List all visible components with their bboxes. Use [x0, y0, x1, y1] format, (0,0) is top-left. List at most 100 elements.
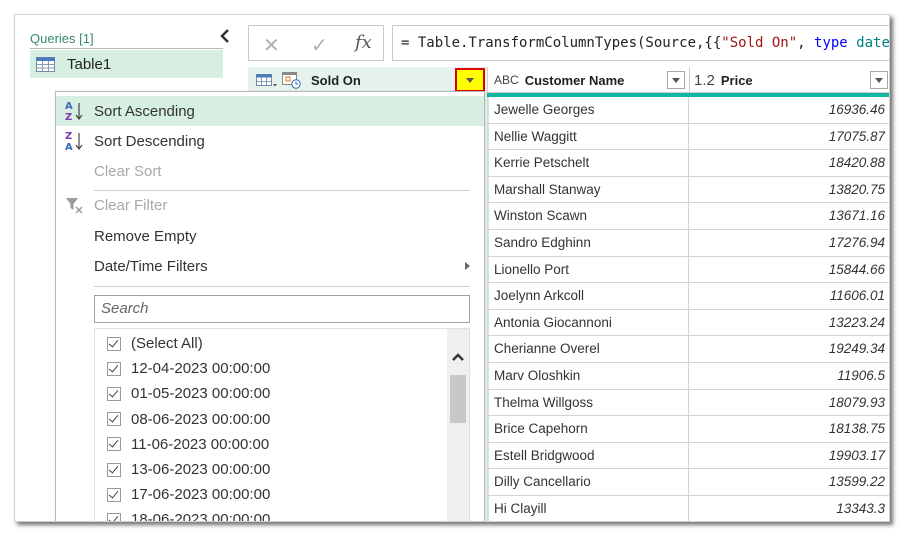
table-row: Dilly Cancellario 13599.22 — [487, 469, 889, 496]
commit-icon[interactable]: ✓ — [311, 33, 328, 58]
customer-name-cell[interactable]: Joelynn Arkcoll — [487, 283, 689, 309]
grid-header: Sold On ABC Customer Name 1.2 Price — [248, 67, 889, 93]
sort-ascending-icon: A Z — [65, 101, 83, 123]
customer-name-cell[interactable]: Nellie Waggitt — [487, 123, 689, 150]
filter-value-item[interactable]: 08-06-2023 00:00:00 — [107, 407, 270, 432]
table-row: Nellie Waggitt 17075.87 — [487, 123, 889, 151]
menu-item-clear-filter[interactable]: Clear Filter — [56, 190, 484, 220]
price-cell[interactable]: 13223.24 — [689, 310, 889, 336]
chevron-down-icon — [875, 77, 883, 83]
filter-value-label: 11-06-2023 00:00:00 — [131, 435, 270, 453]
price-cell[interactable]: 13820.75 — [689, 177, 889, 203]
column-header-sold-on[interactable]: Sold On — [248, 67, 487, 93]
table-row: Lionello Port 15844.66 — [487, 256, 889, 284]
filter-value-item[interactable]: 12-04-2023 00:00:00 — [107, 356, 270, 381]
filter-value-label: 18-06-2023 00:00:00 — [131, 511, 271, 522]
menu-item-label: Remove Empty — [94, 227, 197, 245]
filter-dropdown-button[interactable] — [455, 68, 485, 92]
price-cell[interactable]: 18079.93 — [689, 390, 889, 416]
price-cell[interactable]: 11606.01 — [689, 283, 889, 309]
queries-title: Queries [1] — [30, 31, 94, 46]
checkbox[interactable] — [107, 462, 121, 477]
data-grid: Jewelle Georges 16936.46 Nellie Waggitt 170… — [487, 97, 889, 521]
filter-value-item[interactable]: 18-06-2023 00:00:00 — [107, 507, 271, 522]
svg-text:A: A — [65, 101, 73, 112]
customer-name-cell[interactable]: Jewelle Georges — [487, 97, 689, 123]
filter-value-item[interactable]: 17-06-2023 00:00:00 — [107, 482, 270, 507]
query-item-table1[interactable]: Table1 — [30, 50, 223, 78]
decimal-type-icon[interactable]: 1.2 — [694, 72, 715, 89]
table-row: Brice Capehorn 18138.75 — [487, 416, 889, 443]
filter-value-item[interactable]: 11-06-2023 00:00:00 — [107, 432, 269, 457]
fx-icon[interactable]: fx — [355, 32, 372, 53]
chevron-right-icon — [465, 262, 470, 270]
filter-value-item[interactable]: 13-06-2023 00:00:00 — [107, 457, 270, 482]
price-cell[interactable]: 16936.46 — [689, 97, 889, 123]
customer-name-cell[interactable]: Hi Clayill — [487, 495, 689, 521]
customer-name-cell[interactable]: Dilly Cancellario — [487, 469, 689, 495]
price-cell[interactable]: 15844.66 — [689, 257, 889, 283]
customer-name-cell[interactable]: Kerrie Petschelt — [487, 150, 689, 176]
customer-name-cell[interactable]: Estell Bridgwood — [487, 442, 689, 469]
chevron-up-icon[interactable] — [451, 351, 465, 363]
table-row: Winston Scawn 13671.16 — [487, 203, 889, 230]
customer-name-cell[interactable]: Brice Capehorn — [487, 416, 689, 442]
menu-item-label: Date/Time Filters — [94, 257, 208, 275]
customer-name-cell[interactable]: Winston Scawn — [487, 203, 689, 229]
formula-input[interactable]: = Table.TransformColumnTypes(Source,{{"S… — [392, 25, 889, 61]
price-cell[interactable]: 19903.17 — [689, 443, 889, 469]
customer-name-cell[interactable]: Sandro Edghinn — [487, 229, 689, 256]
price-cell[interactable]: 17075.87 — [689, 124, 889, 150]
cancel-icon[interactable]: ✕ — [263, 33, 280, 58]
column-header-price[interactable]: 1.2 Price — [689, 67, 889, 93]
customer-name-cell[interactable]: Antonia Giocannoni — [487, 309, 689, 336]
datetime-icon — [282, 72, 301, 89]
collapse-pane-icon[interactable] — [218, 27, 232, 45]
menu-item-sort-descending[interactable]: Z A Sort Descending — [56, 126, 484, 156]
table-row: Hi Clayill 13343.3 — [487, 495, 889, 521]
customer-name-cell[interactable]: Marshall Stanway — [487, 176, 689, 203]
divider — [30, 48, 223, 49]
price-cell[interactable]: 13599.22 — [689, 469, 889, 495]
price-cell[interactable]: 13343.3 — [689, 496, 889, 521]
table-menu-icon[interactable] — [256, 72, 278, 88]
customer-name-cell[interactable]: Marv Oloshkin — [487, 362, 689, 389]
price-cell[interactable]: 13671.16 — [689, 203, 889, 229]
menu-item-label: Clear Filter — [94, 196, 168, 214]
table-row: Jewelle Georges 16936.46 — [487, 97, 889, 124]
column-header-customer-name[interactable]: ABC Customer Name — [487, 67, 689, 93]
customer-name-cell[interactable]: Thelma Willgoss — [487, 389, 689, 416]
search-input[interactable]: Search — [94, 295, 470, 323]
customer-name-cell[interactable]: Lionello Port — [487, 256, 689, 283]
filter-value-label: 17-06-2023 00:00:00 — [131, 486, 271, 504]
checkbox[interactable] — [107, 487, 121, 502]
filter-value-item[interactable]: 01-05-2023 00:00:00 — [107, 381, 270, 406]
checkbox[interactable] — [107, 437, 121, 452]
checkbox[interactable] — [107, 361, 121, 376]
select-all-item[interactable]: (Select All) — [107, 331, 203, 356]
formula-prefix: = Table.TransformColumnTypes(Source,{{ — [401, 35, 722, 51]
price-cell[interactable]: 11906.5 — [689, 363, 889, 389]
table-icon — [36, 56, 55, 72]
checkbox[interactable] — [107, 512, 121, 521]
column-name: Customer Name — [524, 72, 625, 88]
price-cell[interactable]: 18138.75 — [689, 416, 889, 442]
chevron-down-icon — [672, 77, 680, 83]
filter-dropdown-button[interactable] — [870, 71, 888, 89]
table-row: Estell Bridgwood 19903.17 — [487, 442, 889, 470]
checkbox[interactable] — [107, 412, 121, 427]
filter-dropdown-button[interactable] — [667, 71, 685, 89]
scrollbar[interactable] — [447, 329, 469, 521]
checkbox[interactable] — [107, 386, 121, 401]
menu-item-date-time-filters[interactable]: Date/Time Filters — [56, 251, 484, 281]
price-cell[interactable]: 19249.34 — [689, 336, 889, 362]
scrollbar-thumb[interactable] — [450, 375, 466, 423]
menu-item-clear-sort[interactable]: Clear Sort — [56, 156, 484, 186]
menu-item-sort-ascending[interactable]: A Z Sort Ascending — [56, 96, 484, 126]
text-type-icon[interactable]: ABC — [494, 73, 519, 87]
price-cell[interactable]: 18420.88 — [689, 150, 889, 176]
price-cell[interactable]: 17276.94 — [689, 230, 889, 256]
customer-name-cell[interactable]: Cherianne Overel — [487, 336, 689, 362]
menu-item-remove-empty[interactable]: Remove Empty — [56, 221, 484, 251]
checkbox[interactable] — [107, 336, 121, 351]
